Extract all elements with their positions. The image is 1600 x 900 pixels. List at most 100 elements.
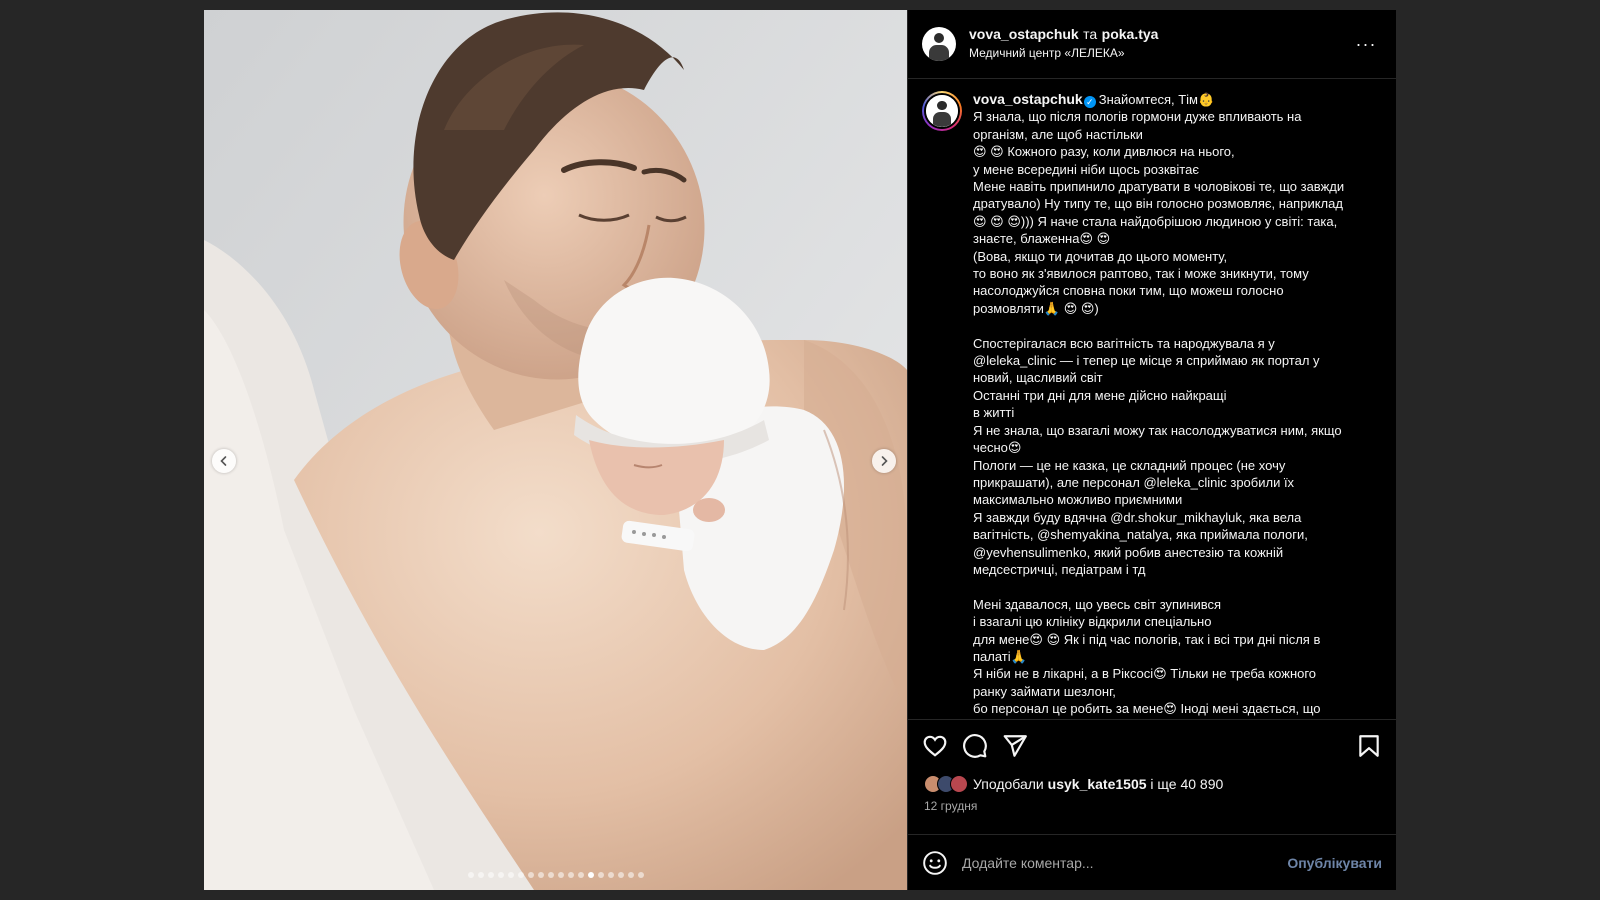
likes-prefix: Уподобали	[973, 776, 1044, 792]
likes-summary[interactable]: Уподобали usyk_kate1505 і ще 40 890	[908, 772, 1396, 796]
caption-line: дратувало) Ну типу те, що він голосно ро…	[973, 195, 1382, 212]
caption-line: Мене навіть припинило дратувати в чолові…	[973, 178, 1382, 195]
caption-line: знаєте, блаженна😍 😍	[973, 230, 1382, 247]
caption-line: новий, щасливий світ	[973, 369, 1382, 386]
caption-line: для мене😍 😍 Як і під час пологів, так і …	[973, 631, 1382, 648]
like-heart-icon[interactable]	[922, 733, 948, 759]
carousel-indicator	[204, 872, 907, 878]
caption-line	[973, 578, 1382, 595]
caption-line-text: і взагалі цю клініку відкрили спеціально	[973, 614, 1212, 630]
caption-line-text: дратувало) Ну типу те, що він голосно ро…	[973, 196, 1343, 212]
caption-line: Останні три дні для мене дійсно найкращі	[973, 387, 1382, 404]
caption-line: 😍 😍 Кожного разу, коли дивлюся на нього,	[973, 143, 1382, 160]
likes-suffix-conj: і ще 40 890	[1150, 776, 1224, 792]
caption-line-text: максимально можливо приємними	[973, 492, 1183, 508]
caption-line: Я не знала, що взагалі можу так насолодж…	[973, 422, 1382, 439]
caption-line: прикрашати), але персонал @leleka_clinic…	[973, 474, 1382, 491]
carousel-dot	[567, 872, 574, 878]
caption-line-text: вагітність, @shemyakina_natalya, яка при…	[973, 527, 1308, 543]
carousel-dot	[617, 872, 624, 878]
post-photo-carousel[interactable]	[204, 10, 907, 890]
caption-line-text: палаті🙏	[973, 648, 1027, 664]
caption-line: Я завжди буду вдячна @dr.shokur_mikhaylu…	[973, 509, 1382, 526]
carousel-dot	[607, 872, 614, 878]
caption-line: @yevhensulimenko, який робив анестезію т…	[973, 544, 1382, 561]
caption-line: ранку займати шезлонг,	[973, 683, 1382, 700]
caption-avatar[interactable]	[922, 91, 962, 131]
carousel-dot	[577, 872, 584, 878]
caption-line: палаті🙏	[973, 648, 1382, 665]
caption-line: Пологи — це не казка, це складний процес…	[973, 457, 1382, 474]
caption-line-text: чесно😍	[973, 440, 1022, 456]
caption-line-text: Останні три дні для мене дійсно найкращі	[973, 387, 1227, 403]
publish-button[interactable]: Опублікувати	[1287, 855, 1382, 871]
chevron-left-icon	[220, 456, 227, 466]
likes-text: Уподобали usyk_kate1505 і ще 40 890	[973, 776, 1223, 792]
caption-line	[973, 317, 1382, 334]
prev-photo-button[interactable]	[212, 449, 236, 473]
caption-line-text: Мене навіть припинило дратувати в чолові…	[973, 179, 1345, 195]
carousel-dot	[497, 872, 504, 878]
post-side-panel: vova_ostapchuk та poka.tya Медичний цент…	[907, 10, 1396, 890]
carousel-dot	[477, 872, 484, 878]
caption-line: vova_ostapchuk ✓ Знайомтеся, Тім👶	[973, 91, 1382, 108]
carousel-dot	[517, 872, 524, 878]
caption-line: чесно😍	[973, 439, 1382, 456]
carousel-dot	[547, 872, 554, 878]
caption-line-text: @leleka_clinic — і тепер це місце я спри…	[973, 353, 1320, 369]
caption-line-text: @yevhensulimenko, який робив анестезію т…	[973, 544, 1284, 560]
caption-line-text: в житті	[973, 405, 1015, 421]
more-options-button[interactable]: ···	[1350, 32, 1382, 56]
caption-line-text: Я знала, що після пологів гормони дуже в…	[973, 109, 1302, 125]
caption-line-text: то воно як з'явилося раптово, так і може…	[973, 266, 1309, 282]
post-modal: vova_ostapchuk та poka.tya Медичний цент…	[204, 10, 1396, 890]
chevron-right-icon	[881, 456, 888, 466]
comment-icon[interactable]	[962, 733, 988, 759]
post-date[interactable]: 12 грудня	[908, 796, 1396, 824]
caption-line: максимально можливо приємними	[973, 491, 1382, 508]
caption-line: Мені здавалося, що увесь світ зупинився	[973, 596, 1382, 613]
caption-line: Я ніби не в лікарні, а в Ріксосі😍 Тільки…	[973, 665, 1382, 682]
caption-section[interactable]: vova_ostapchuk ✓ Знайомтеся, Тім👶 Я знала, …	[908, 79, 1396, 720]
caption-line: (Вова, якщо ти дочитав до цього моменту,	[973, 248, 1382, 265]
more-icon: ···	[1355, 33, 1377, 54]
caption-line-text: Спостерігалася всю вагітність та народжу…	[973, 335, 1275, 351]
caption-username[interactable]: vova_ostapchuk	[973, 91, 1083, 107]
caption-line: організм, але щоб настільки	[973, 126, 1382, 143]
caption-line: у мене всередині ніби щось розквітає	[973, 161, 1382, 178]
collaborator-username[interactable]: poka.tya	[1102, 26, 1159, 42]
caption-line: насолоджуйся сповна поки тим, що можеш г…	[973, 282, 1382, 299]
bookmark-icon[interactable]	[1356, 733, 1382, 759]
liker-username[interactable]: usyk_kate1505	[1048, 776, 1147, 792]
caption-line-text: Я завжди буду вдячна @dr.shokur_mikhaylu…	[973, 509, 1302, 525]
comment-bar: Опублікувати	[908, 834, 1396, 890]
next-photo-button[interactable]	[872, 449, 896, 473]
author-username[interactable]: vova_ostapchuk	[969, 26, 1079, 42]
caption-line-text: (Вова, якщо ти дочитав до цього моменту,	[973, 248, 1228, 264]
comment-input[interactable]	[962, 854, 1288, 871]
caption-line: і взагалі цю клініку відкрили спеціально	[973, 613, 1382, 630]
emoji-smiley-icon[interactable]	[922, 850, 948, 876]
liker-avatar	[950, 775, 968, 793]
caption-line-text: Пологи — це не казка, це складний процес…	[973, 457, 1286, 473]
caption-line: бо персонал це робить за мене😍 Іноді мен…	[973, 700, 1382, 717]
post-actions	[908, 720, 1396, 772]
caption-line: в житті	[973, 404, 1382, 421]
caption-line: 😍 😍 😍))) Я наче стала найдобрішою людино…	[973, 213, 1382, 230]
caption-line: Спостерігалася всю вагітність та народжу…	[973, 335, 1382, 352]
caption-line-text: знаєте, блаженна😍 😍	[973, 231, 1111, 247]
share-send-icon[interactable]	[1002, 733, 1028, 759]
post-header: vova_ostapchuk та poka.tya Медичний цент…	[908, 10, 1396, 79]
caption-line-text: медсестричці, педіатрам і тд	[973, 561, 1146, 577]
caption-line-text: Я ніби не в лікарні, а в Ріксосі😍 Тільки…	[973, 666, 1317, 682]
carousel-dot	[627, 872, 634, 878]
caption-line-text: Мені здавалося, що увесь світ зупинився	[973, 596, 1222, 612]
carousel-dot	[507, 872, 514, 878]
caption-line: Я знала, що після пологів гормони дуже в…	[973, 108, 1382, 125]
author-avatar[interactable]	[922, 27, 956, 61]
caption-line-text: для мене😍 😍 Як і під час пологів, так і …	[973, 631, 1321, 647]
carousel-dot	[557, 872, 564, 878]
post-location[interactable]: Медичний центр «ЛЕЛЕКА»	[969, 44, 1350, 63]
carousel-dot	[637, 872, 644, 878]
caption-line-text: ранку займати шезлонг,	[973, 683, 1116, 699]
